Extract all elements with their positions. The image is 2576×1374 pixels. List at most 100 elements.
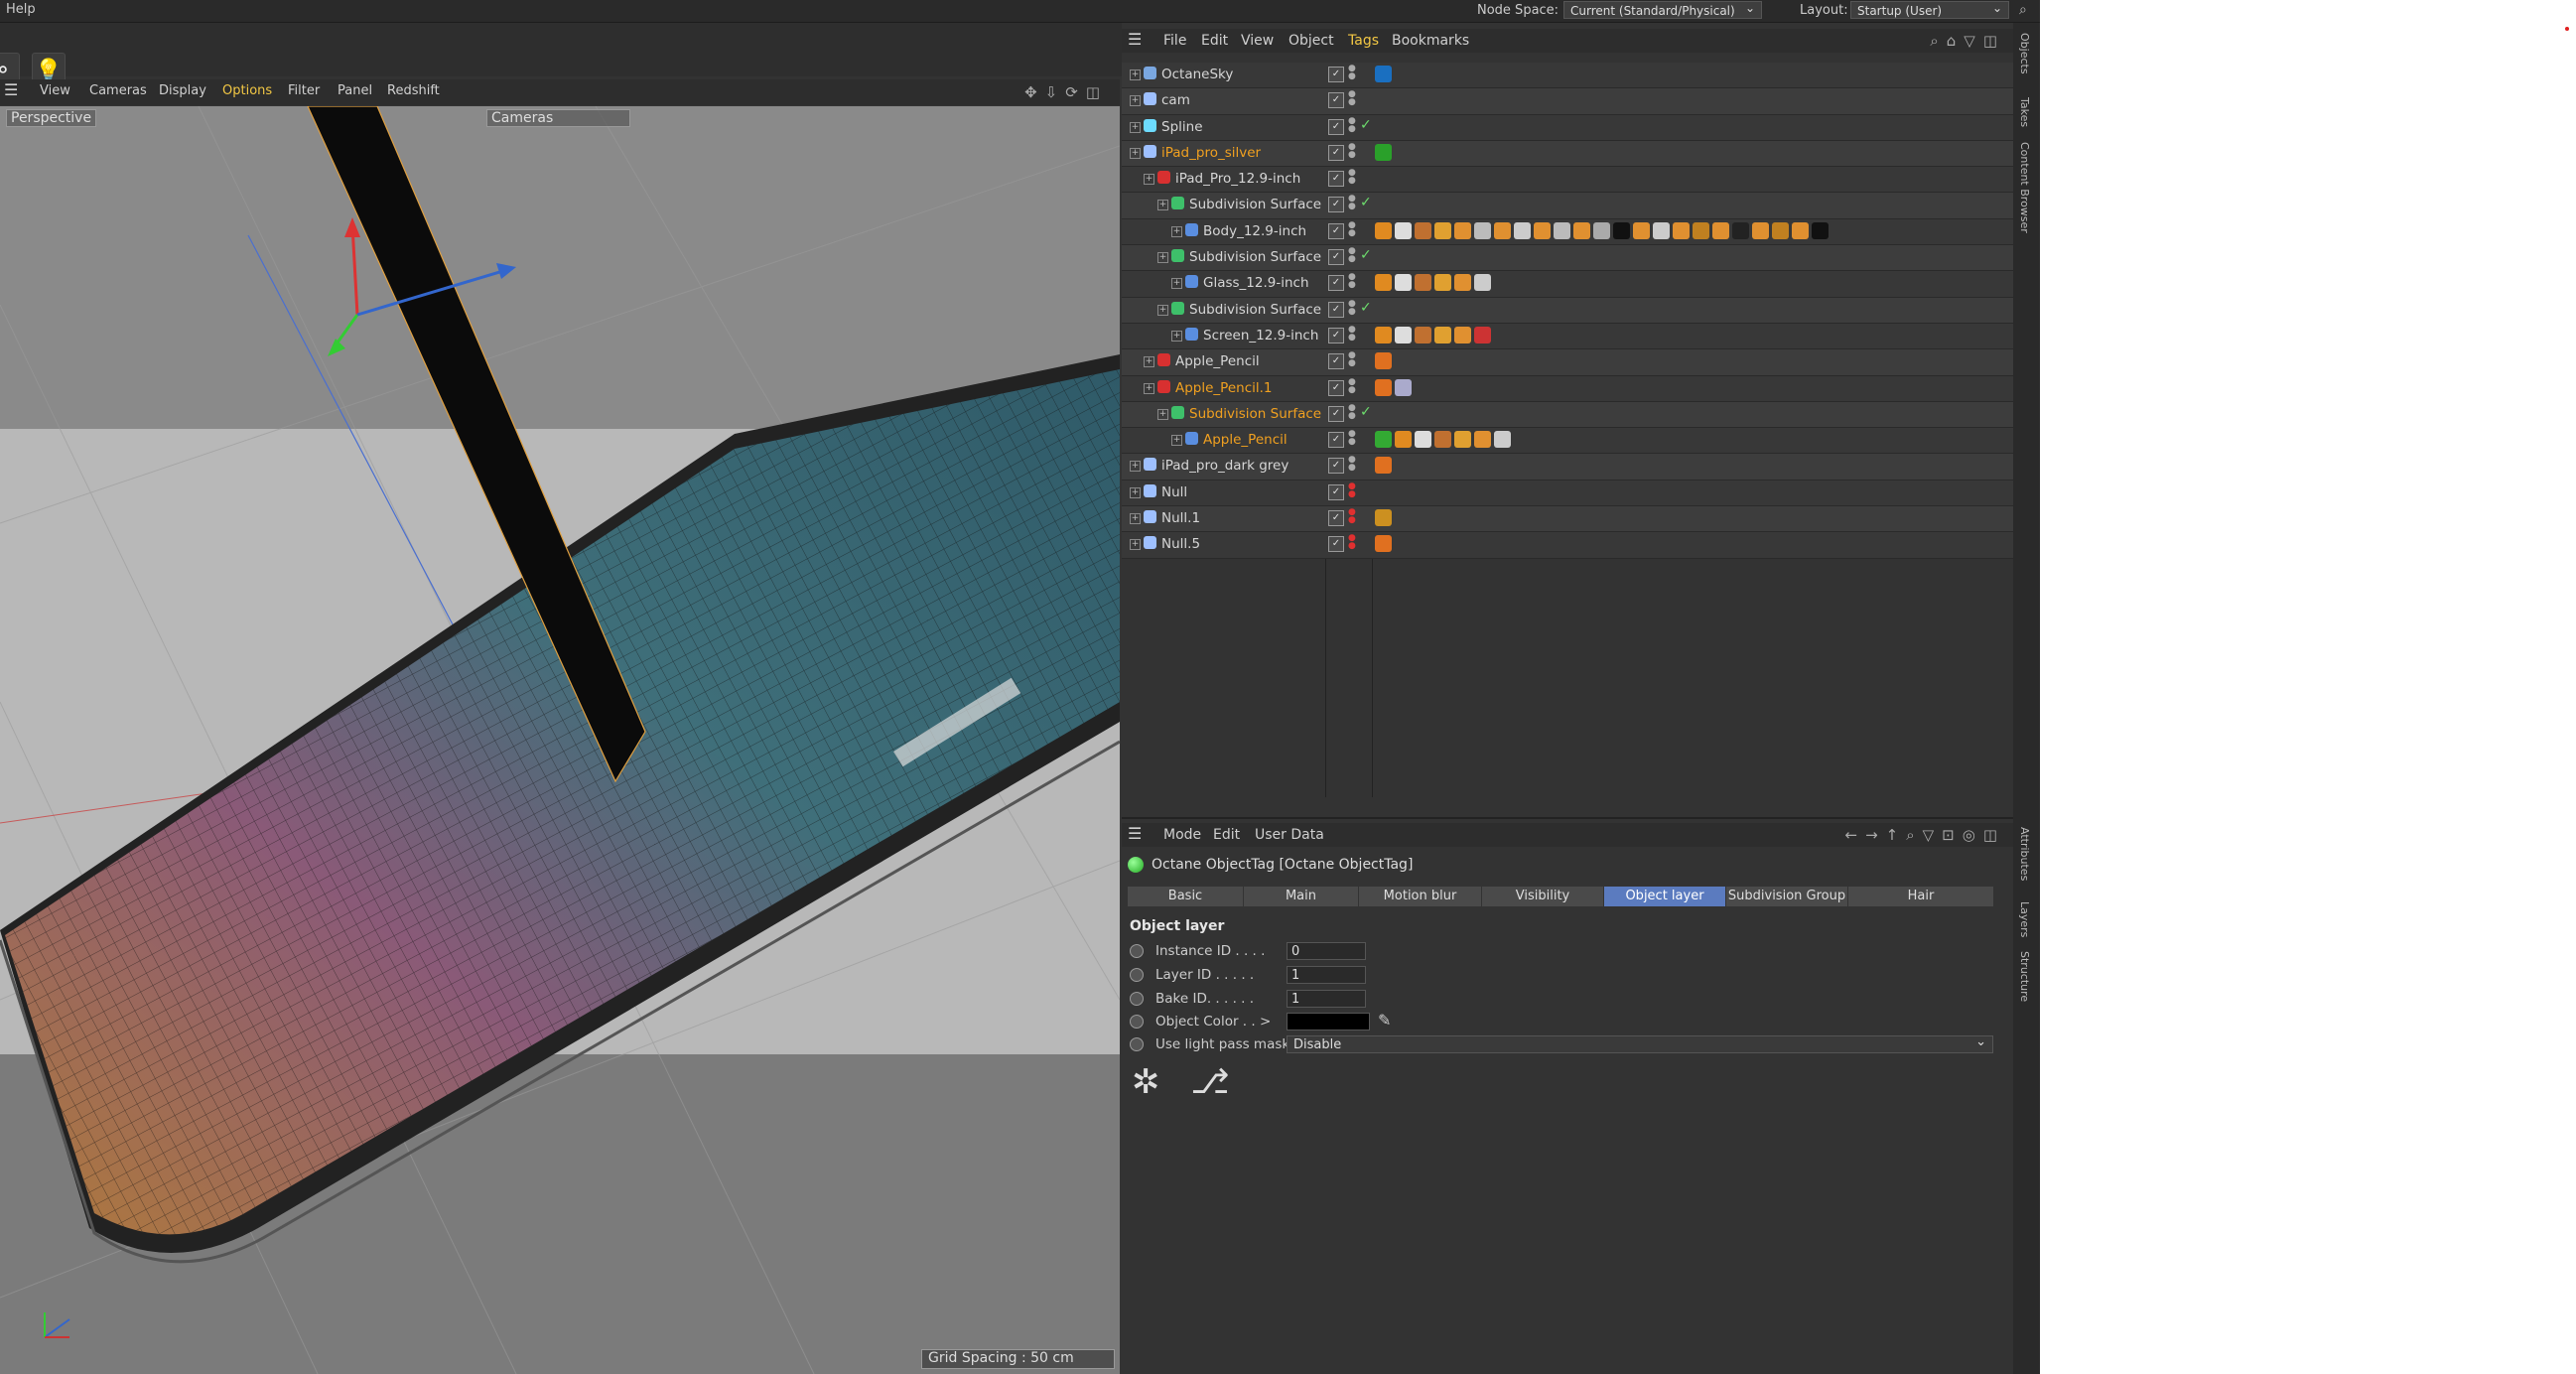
object-name[interactable]: Subdivision Surface bbox=[1189, 197, 1321, 212]
material-tag-icon[interactable] bbox=[1792, 221, 1809, 239]
enable-toggle-icon[interactable]: ✓ bbox=[1328, 197, 1344, 213]
material-tag-icon[interactable] bbox=[1375, 326, 1392, 344]
material-tag-icon[interactable] bbox=[1434, 431, 1451, 449]
material-tag-icon[interactable] bbox=[1415, 431, 1431, 449]
visibility-dots-icon[interactable]: ● ● bbox=[1348, 90, 1356, 107]
checkmark-icon[interactable]: ✓ bbox=[1360, 117, 1372, 133]
enable-toggle-icon[interactable]: ✓ bbox=[1328, 67, 1344, 82]
material-tag-icon[interactable] bbox=[1434, 274, 1451, 292]
checkmark-icon[interactable]: ✓ bbox=[1360, 247, 1372, 263]
material-tag-icon[interactable] bbox=[1633, 221, 1650, 239]
material-tag-icon[interactable] bbox=[1415, 221, 1431, 239]
checkmark-icon[interactable]: ✓ bbox=[1360, 404, 1372, 420]
tree-expand-icon[interactable]: + bbox=[1130, 69, 1141, 80]
object-row[interactable]: + OctaneSky ✓ ● ● bbox=[1122, 63, 2013, 89]
material-tag-icon[interactable] bbox=[1454, 326, 1471, 344]
object-name[interactable]: Apple_Pencil.1 bbox=[1175, 380, 1273, 396]
visibility-dots-icon[interactable]: ● ● bbox=[1348, 220, 1356, 237]
side-tab-objects[interactable]: Objects bbox=[2018, 33, 2031, 74]
side-tab-attributes[interactable]: Attributes bbox=[2018, 827, 2031, 881]
material-tag-icon[interactable] bbox=[1693, 221, 1709, 239]
enable-toggle-icon[interactable]: ✓ bbox=[1328, 379, 1344, 396]
object-name[interactable]: Apple_Pencil bbox=[1175, 353, 1260, 369]
material-tag-icon[interactable] bbox=[1434, 326, 1451, 344]
material-tag-icon[interactable] bbox=[1573, 221, 1590, 239]
object-name[interactable]: Body_12.9-inch bbox=[1203, 223, 1306, 239]
object-name[interactable]: iPad_Pro_12.9-inch bbox=[1175, 171, 1300, 187]
enable-toggle-icon[interactable]: ✓ bbox=[1328, 301, 1344, 318]
object-name[interactable]: iPad_pro_dark grey bbox=[1161, 458, 1288, 474]
animate-radio[interactable] bbox=[1130, 944, 1144, 958]
om-menu-view[interactable]: View bbox=[1241, 33, 1274, 49]
material-tag-icon[interactable] bbox=[1375, 221, 1392, 239]
material-tag-icon[interactable] bbox=[1673, 221, 1690, 239]
object-name[interactable]: iPad_pro_silver bbox=[1161, 145, 1261, 161]
visibility-dots-icon[interactable]: ● ● bbox=[1348, 430, 1356, 447]
am-menu-mode[interactable]: Mode bbox=[1163, 827, 1201, 843]
om-menu-file[interactable]: File bbox=[1163, 33, 1186, 49]
material-tag-icon[interactable] bbox=[1395, 431, 1412, 449]
object-row[interactable]: + Apple_Pencil.1 ✓ ● ● bbox=[1122, 375, 2013, 402]
object-name[interactable]: Glass_12.9-inch bbox=[1203, 275, 1309, 291]
enable-toggle-icon[interactable]: ✓ bbox=[1328, 483, 1344, 500]
material-tag-icon[interactable] bbox=[1454, 431, 1471, 449]
visibility-dots-icon[interactable]: ● ● bbox=[1348, 195, 1356, 211]
search-icon[interactable]: ⌕ bbox=[2019, 2, 2027, 18]
visibility-dots-icon[interactable]: ● ● bbox=[1348, 169, 1356, 186]
viewport-nav-icons[interactable]: ✥⇩⟳◫ bbox=[1024, 83, 1108, 101]
material-tag-icon[interactable] bbox=[1772, 221, 1789, 239]
material-tag-icon[interactable] bbox=[1812, 221, 1829, 239]
bake-id-field[interactable]: 1 bbox=[1287, 990, 1366, 1008]
am-menu-edit[interactable]: Edit bbox=[1213, 827, 1240, 843]
material-tag-icon[interactable] bbox=[1534, 221, 1551, 239]
tab-motion-blur[interactable]: Motion blur bbox=[1359, 887, 1482, 906]
material-tag-icon[interactable] bbox=[1454, 274, 1471, 292]
material-tag-icon[interactable] bbox=[1474, 221, 1491, 239]
viewport-menu-view[interactable]: View bbox=[40, 83, 70, 98]
tree-expand-icon[interactable]: + bbox=[1144, 356, 1154, 368]
node-icon[interactable]: ⎇ bbox=[1190, 1062, 1229, 1102]
material-tag-icon[interactable] bbox=[1395, 326, 1412, 344]
viewport-view-name[interactable]: Perspective bbox=[6, 109, 97, 127]
material-tag-icon[interactable] bbox=[1375, 431, 1392, 449]
enable-toggle-icon[interactable]: ✓ bbox=[1328, 222, 1344, 239]
tree-expand-icon[interactable]: + bbox=[1130, 486, 1141, 498]
instance-id-field[interactable]: 0 bbox=[1287, 942, 1366, 960]
tree-expand-icon[interactable]: + bbox=[1171, 225, 1182, 237]
object-row[interactable]: + Subdivision Surface ✓ ● ● ✓ bbox=[1122, 297, 2013, 324]
3d-viewport[interactable]: Perspective Cameras Grid Spacing : 50 cm bbox=[0, 106, 1120, 1374]
material-tag-icon[interactable] bbox=[1375, 509, 1392, 527]
animate-radio[interactable] bbox=[1130, 992, 1144, 1006]
material-tag-icon[interactable] bbox=[1434, 221, 1451, 239]
material-tag-icon[interactable] bbox=[1415, 326, 1431, 344]
visibility-dots-icon[interactable]: ● ● bbox=[1348, 403, 1356, 420]
visibility-dots-icon[interactable]: ● ● bbox=[1348, 325, 1356, 342]
enable-toggle-icon[interactable]: ✓ bbox=[1328, 458, 1344, 475]
visibility-dots-icon[interactable]: ● ● bbox=[1348, 116, 1356, 133]
tree-expand-icon[interactable]: + bbox=[1157, 408, 1168, 420]
visibility-dots-icon[interactable]: ● ● bbox=[1348, 273, 1356, 290]
object-row[interactable]: + Subdivision Surface ✓ ● ● ✓ bbox=[1122, 401, 2013, 429]
animate-radio[interactable] bbox=[1130, 1015, 1144, 1029]
visibility-dots-icon[interactable]: ● ● bbox=[1348, 456, 1356, 473]
side-tab-content-browser[interactable]: Content Browser bbox=[2018, 142, 2031, 233]
tab-object-layer[interactable]: Object layer bbox=[1604, 887, 1726, 906]
tree-expand-icon[interactable]: + bbox=[1130, 539, 1141, 551]
tree-expand-icon[interactable]: + bbox=[1144, 382, 1154, 394]
enable-toggle-icon[interactable]: ✓ bbox=[1328, 536, 1344, 553]
object-name[interactable]: Subdivision Surface bbox=[1189, 406, 1321, 422]
material-tag-icon[interactable] bbox=[1395, 274, 1412, 292]
tab-main[interactable]: Main bbox=[1244, 887, 1359, 906]
material-tag-icon[interactable] bbox=[1494, 431, 1511, 449]
object-row[interactable]: + iPad_pro_dark grey ✓ ● ● bbox=[1122, 454, 2013, 481]
object-row[interactable]: + Subdivision Surface ✓ ● ● ✓ bbox=[1122, 245, 2013, 272]
object-name[interactable]: OctaneSky bbox=[1161, 67, 1233, 82]
material-tag-icon[interactable] bbox=[1494, 221, 1511, 239]
am-menu-user-data[interactable]: User Data bbox=[1255, 827, 1324, 843]
visibility-dots-icon[interactable]: ● ● bbox=[1348, 377, 1356, 394]
material-tag-icon[interactable] bbox=[1415, 274, 1431, 292]
viewport-camera-selector[interactable]: Cameras bbox=[486, 109, 630, 127]
layout-dropdown[interactable]: Startup (User) bbox=[1850, 0, 2009, 19]
enable-toggle-icon[interactable]: ✓ bbox=[1328, 144, 1344, 161]
tree-expand-icon[interactable]: + bbox=[1157, 304, 1168, 316]
